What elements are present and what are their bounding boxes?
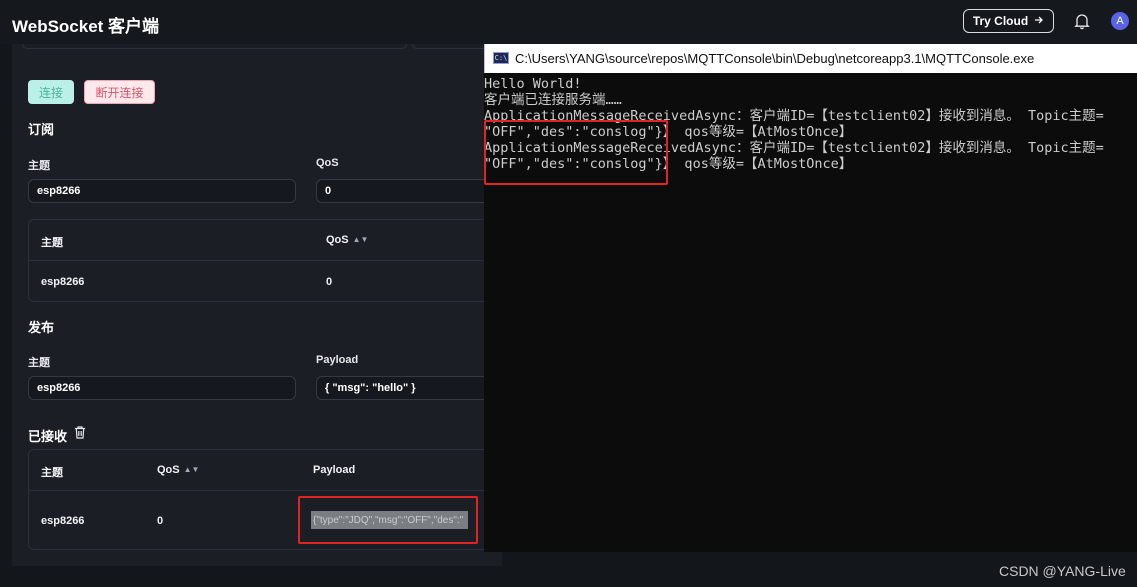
sub-row-topic: esp8266 (41, 276, 85, 288)
recv-header-qos[interactable]: QoS ▲▼ (157, 464, 199, 476)
console-line: 客户端已连接服务端…… (484, 92, 622, 108)
bell-icon[interactable] (1073, 12, 1091, 30)
recv-header-payload: Payload (313, 464, 356, 476)
app-title: WebSocket 客户端 (12, 17, 160, 36)
try-cloud-button[interactable]: Try Cloud (963, 9, 1054, 33)
publish-topic-label: 主题 (28, 357, 50, 369)
publish-topic-input[interactable]: esp8266 (28, 376, 296, 400)
sub-header-topic: 主题 (41, 237, 63, 249)
recv-row-qos: 0 (157, 515, 164, 527)
publish-payload-input[interactable]: { "msg": "hello" } (316, 376, 502, 400)
subscribe-topic-label: 主题 (28, 160, 50, 172)
row-divider (29, 260, 503, 261)
sub-header-qos[interactable]: QoS ▲▼ (326, 234, 368, 246)
console-line: Hello World! (484, 76, 582, 92)
sort-icon[interactable]: ▲▼ (353, 235, 369, 244)
console-window-title: C:\Users\YANG\source\repos\MQTTConsole\b… (515, 51, 1035, 66)
connect-button[interactable]: 连接 (28, 80, 74, 104)
received-title: 已接收 (28, 429, 68, 444)
arrow-right-icon (1034, 14, 1044, 28)
try-cloud-label: Try Cloud (972, 14, 1029, 28)
highlight-box-console (484, 120, 668, 185)
subscribe-topic-input[interactable]: esp8266 (28, 179, 296, 203)
sort-icon[interactable]: ▲▼ (184, 465, 200, 474)
subscriptions-table: 主题 QoS ▲▼ esp8266 0 (28, 219, 503, 302)
publish-payload-label: Payload (316, 354, 359, 366)
subscribe-title: 订阅 (28, 122, 55, 137)
sub-header-qos-label: QoS (326, 234, 349, 246)
avatar[interactable]: A (1111, 12, 1129, 30)
subscribe-qos-select[interactable]: 0 (316, 179, 502, 203)
disconnect-button[interactable]: 断开连接 (84, 80, 155, 104)
subscribe-qos-label: QoS (316, 157, 339, 169)
top-input-stub (22, 44, 407, 49)
sub-row-qos: 0 (326, 276, 333, 288)
top-bar: WebSocket 客户端 Try Cloud A (0, 0, 1137, 44)
console-app-icon: C:\ (493, 52, 509, 64)
row-divider (29, 490, 503, 491)
publish-title: 发布 (28, 320, 55, 335)
recv-header-qos-label: QoS (157, 464, 180, 476)
watermark: CSDN @YANG-Live (999, 563, 1126, 579)
recv-row-topic: esp8266 (41, 515, 85, 527)
recv-header-topic: 主题 (41, 467, 63, 479)
console-titlebar[interactable]: C:\ C:\Users\YANG\source\repos\MQTTConso… (484, 44, 1137, 73)
highlight-box-payload (298, 496, 478, 544)
trash-icon[interactable] (73, 425, 87, 445)
